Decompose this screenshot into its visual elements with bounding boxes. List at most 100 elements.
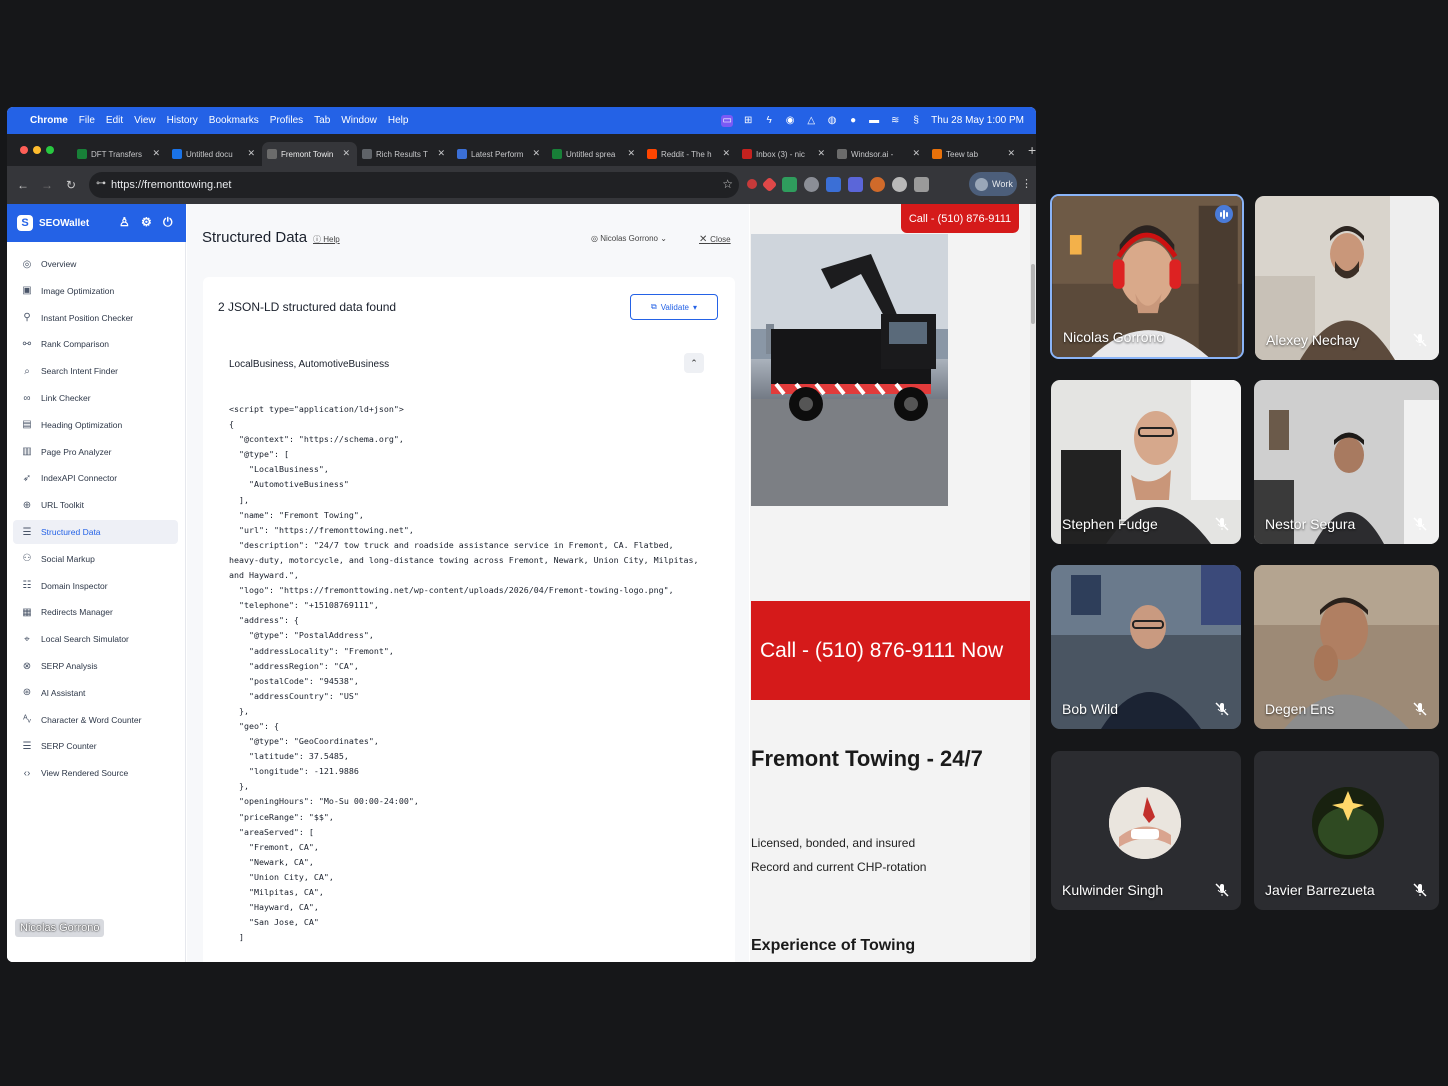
minimize-window-button[interactable] [33, 146, 41, 154]
zoom-window-button[interactable] [46, 146, 54, 154]
sidebar-item[interactable]: ▤ Heading Optimization [13, 413, 178, 437]
menu-app-name[interactable]: Chrome [30, 115, 68, 126]
menu-help[interactable]: Help [388, 115, 409, 126]
control-center-icon[interactable]: § [910, 115, 922, 127]
profile-button[interactable]: Work [969, 172, 1017, 196]
close-button[interactable]: ✕ Close [699, 234, 731, 245]
tab-close-icon[interactable]: ✕ [627, 148, 635, 159]
sidebar-item[interactable]: ⌕ Search Intent Finder [13, 359, 178, 383]
validate-button[interactable]: ⧉ Validate ▾ [630, 294, 718, 320]
tab-close-icon[interactable]: ✕ [912, 148, 920, 159]
sidebar-item[interactable]: ⚯ Rank Comparison [13, 332, 178, 356]
extension-1-icon[interactable] [747, 179, 757, 189]
account-dropdown[interactable]: ◎ Nicolas Gorrono ⌄ [591, 234, 667, 243]
extension-4-icon[interactable] [804, 177, 819, 192]
participant-tile[interactable]: Stephen Fudge [1051, 380, 1241, 544]
tab-close-icon[interactable]: ✕ [152, 148, 160, 159]
extension-9-icon[interactable] [914, 177, 929, 192]
sidebar-item[interactable]: ⊛ AI Assistant [13, 681, 178, 705]
tab-close-icon[interactable]: ✕ [722, 148, 730, 159]
browser-tab[interactable]: Untitled docu ✕ [167, 142, 262, 166]
settings-icon[interactable]: ⚙ [141, 215, 152, 229]
dot-status-icon[interactable]: ● [847, 115, 859, 127]
power-icon[interactable]: ⏻ [163, 215, 173, 230]
grid-icon[interactable]: ⊞ [742, 115, 754, 127]
extension-7-icon[interactable] [870, 177, 885, 192]
browser-tab[interactable]: Teew tab ✕ [927, 142, 1022, 166]
chrome-status-icon[interactable]: ◍ [826, 115, 838, 127]
menu-view[interactable]: View [134, 115, 156, 126]
sidebar-item[interactable]: ▣ Image Optimization [13, 279, 178, 303]
tab-close-icon[interactable]: ✕ [437, 148, 445, 159]
sidebar-item[interactable]: ☷ Domain Inspector [13, 574, 178, 598]
sidebar-item[interactable]: ☰ Structured Data [13, 520, 178, 544]
sidebar-item[interactable]: ⊕ URL Toolkit [13, 493, 178, 517]
browser-tab[interactable]: Fremont Towin ✕ [262, 142, 357, 166]
participant-tile[interactable]: Alexey Nechay [1255, 196, 1439, 360]
back-icon[interactable]: ← [11, 178, 35, 192]
extension-3-icon[interactable] [782, 177, 797, 192]
collapse-button[interactable]: ⌃ [684, 353, 704, 373]
browser-tab[interactable]: Rich Results T ✕ [357, 142, 452, 166]
extension-5-icon[interactable] [826, 177, 841, 192]
user-icon[interactable]: ♙ [119, 215, 130, 229]
browser-tab[interactable]: Inbox (3) - nic ✕ [737, 142, 832, 166]
bookmark-star-icon[interactable]: ☆ [722, 177, 733, 191]
sidebar-item[interactable]: ∞ Link Checker [13, 386, 178, 410]
extension-2-icon[interactable] [761, 176, 778, 193]
battery-icon[interactable]: ▬ [868, 115, 880, 127]
browser-tab[interactable]: Untitled sprea ✕ [547, 142, 642, 166]
browser-tab[interactable]: DFT Transfers ✕ [72, 142, 167, 166]
sidebar-item[interactable]: ◎ Overview [13, 252, 178, 276]
menu-bookmarks[interactable]: Bookmarks [209, 115, 259, 126]
close-window-button[interactable] [20, 146, 28, 154]
browser-tab[interactable]: Reddit - The h ✕ [642, 142, 737, 166]
bolt-icon[interactable]: ϟ [763, 115, 775, 127]
forward-icon[interactable]: → [35, 178, 59, 192]
extension-8-icon[interactable] [892, 177, 907, 192]
wifi-icon[interactable]: ≋ [889, 115, 901, 127]
sidebar-item[interactable]: ᴬᵥ Character & Word Counter [13, 708, 178, 732]
tab-close-icon[interactable]: ✕ [247, 148, 255, 159]
pin-icon[interactable]: ◉ [784, 115, 796, 127]
chrome-menu-icon[interactable]: ⋮ [1021, 177, 1032, 190]
menu-tab[interactable]: Tab [314, 115, 330, 126]
triangle-icon[interactable]: △ [805, 115, 817, 127]
reload-icon[interactable]: ↻ [59, 178, 83, 192]
browser-tab[interactable]: Windsor.ai - ✕ [832, 142, 927, 166]
extension-6-icon[interactable] [848, 177, 863, 192]
call-button[interactable]: Call - (510) 876-9111 [901, 204, 1019, 233]
page-scrollbar[interactable] [1030, 204, 1036, 962]
participant-tile[interactable]: Kulwinder Singh [1051, 751, 1241, 910]
sidebar-item[interactable]: ⌖ Local Search Simulator [13, 627, 178, 651]
address-bar[interactable]: ⊶ https://fremonttowing.net ☆ [89, 172, 739, 198]
sidebar-item[interactable]: ➶ IndexAPI Connector [13, 466, 178, 490]
sidebar-item[interactable]: ⚲ Instant Position Checker [13, 306, 178, 330]
tab-close-icon[interactable]: ✕ [1007, 148, 1015, 159]
tab-close-icon[interactable]: ✕ [532, 148, 540, 159]
site-info-icon[interactable]: ⊶ [96, 178, 106, 189]
sidebar-item[interactable]: ⚇ Social Markup [13, 547, 178, 571]
menu-file[interactable]: File [79, 115, 95, 126]
help-link[interactable]: ⓘ Help [313, 234, 340, 245]
new-tab-button[interactable]: + [1028, 142, 1036, 158]
tab-close-icon[interactable]: ✕ [817, 148, 825, 159]
participant-tile[interactable]: Nestor Segura [1254, 380, 1439, 544]
menu-profiles[interactable]: Profiles [270, 115, 303, 126]
browser-tab[interactable]: Latest Perform ✕ [452, 142, 547, 166]
participant-tile[interactable]: Degen Ens [1254, 565, 1439, 729]
sidebar-item[interactable]: ▦ Redirects Manager [13, 600, 178, 624]
sidebar-item[interactable]: ‹› View Rendered Source [13, 761, 178, 785]
menu-edit[interactable]: Edit [106, 115, 123, 126]
sidebar-item[interactable]: ▥ Page Pro Analyzer [13, 440, 178, 464]
scrollbar-thumb[interactable] [1031, 264, 1035, 324]
screen-share-icon[interactable]: ▭ [721, 114, 734, 127]
participant-tile[interactable]: Bob Wild [1051, 565, 1241, 729]
menubar-clock[interactable]: Thu 28 May 1:00 PM [931, 115, 1024, 126]
menu-history[interactable]: History [167, 115, 198, 126]
menu-window[interactable]: Window [341, 115, 377, 126]
tab-close-icon[interactable]: ✕ [342, 148, 350, 159]
sidebar-item[interactable]: ⊗ SERP Analysis [13, 654, 178, 678]
participant-tile[interactable]: Javier Barrezueta [1254, 751, 1439, 910]
participant-tile[interactable]: Nicolas Gorrono [1050, 194, 1244, 359]
